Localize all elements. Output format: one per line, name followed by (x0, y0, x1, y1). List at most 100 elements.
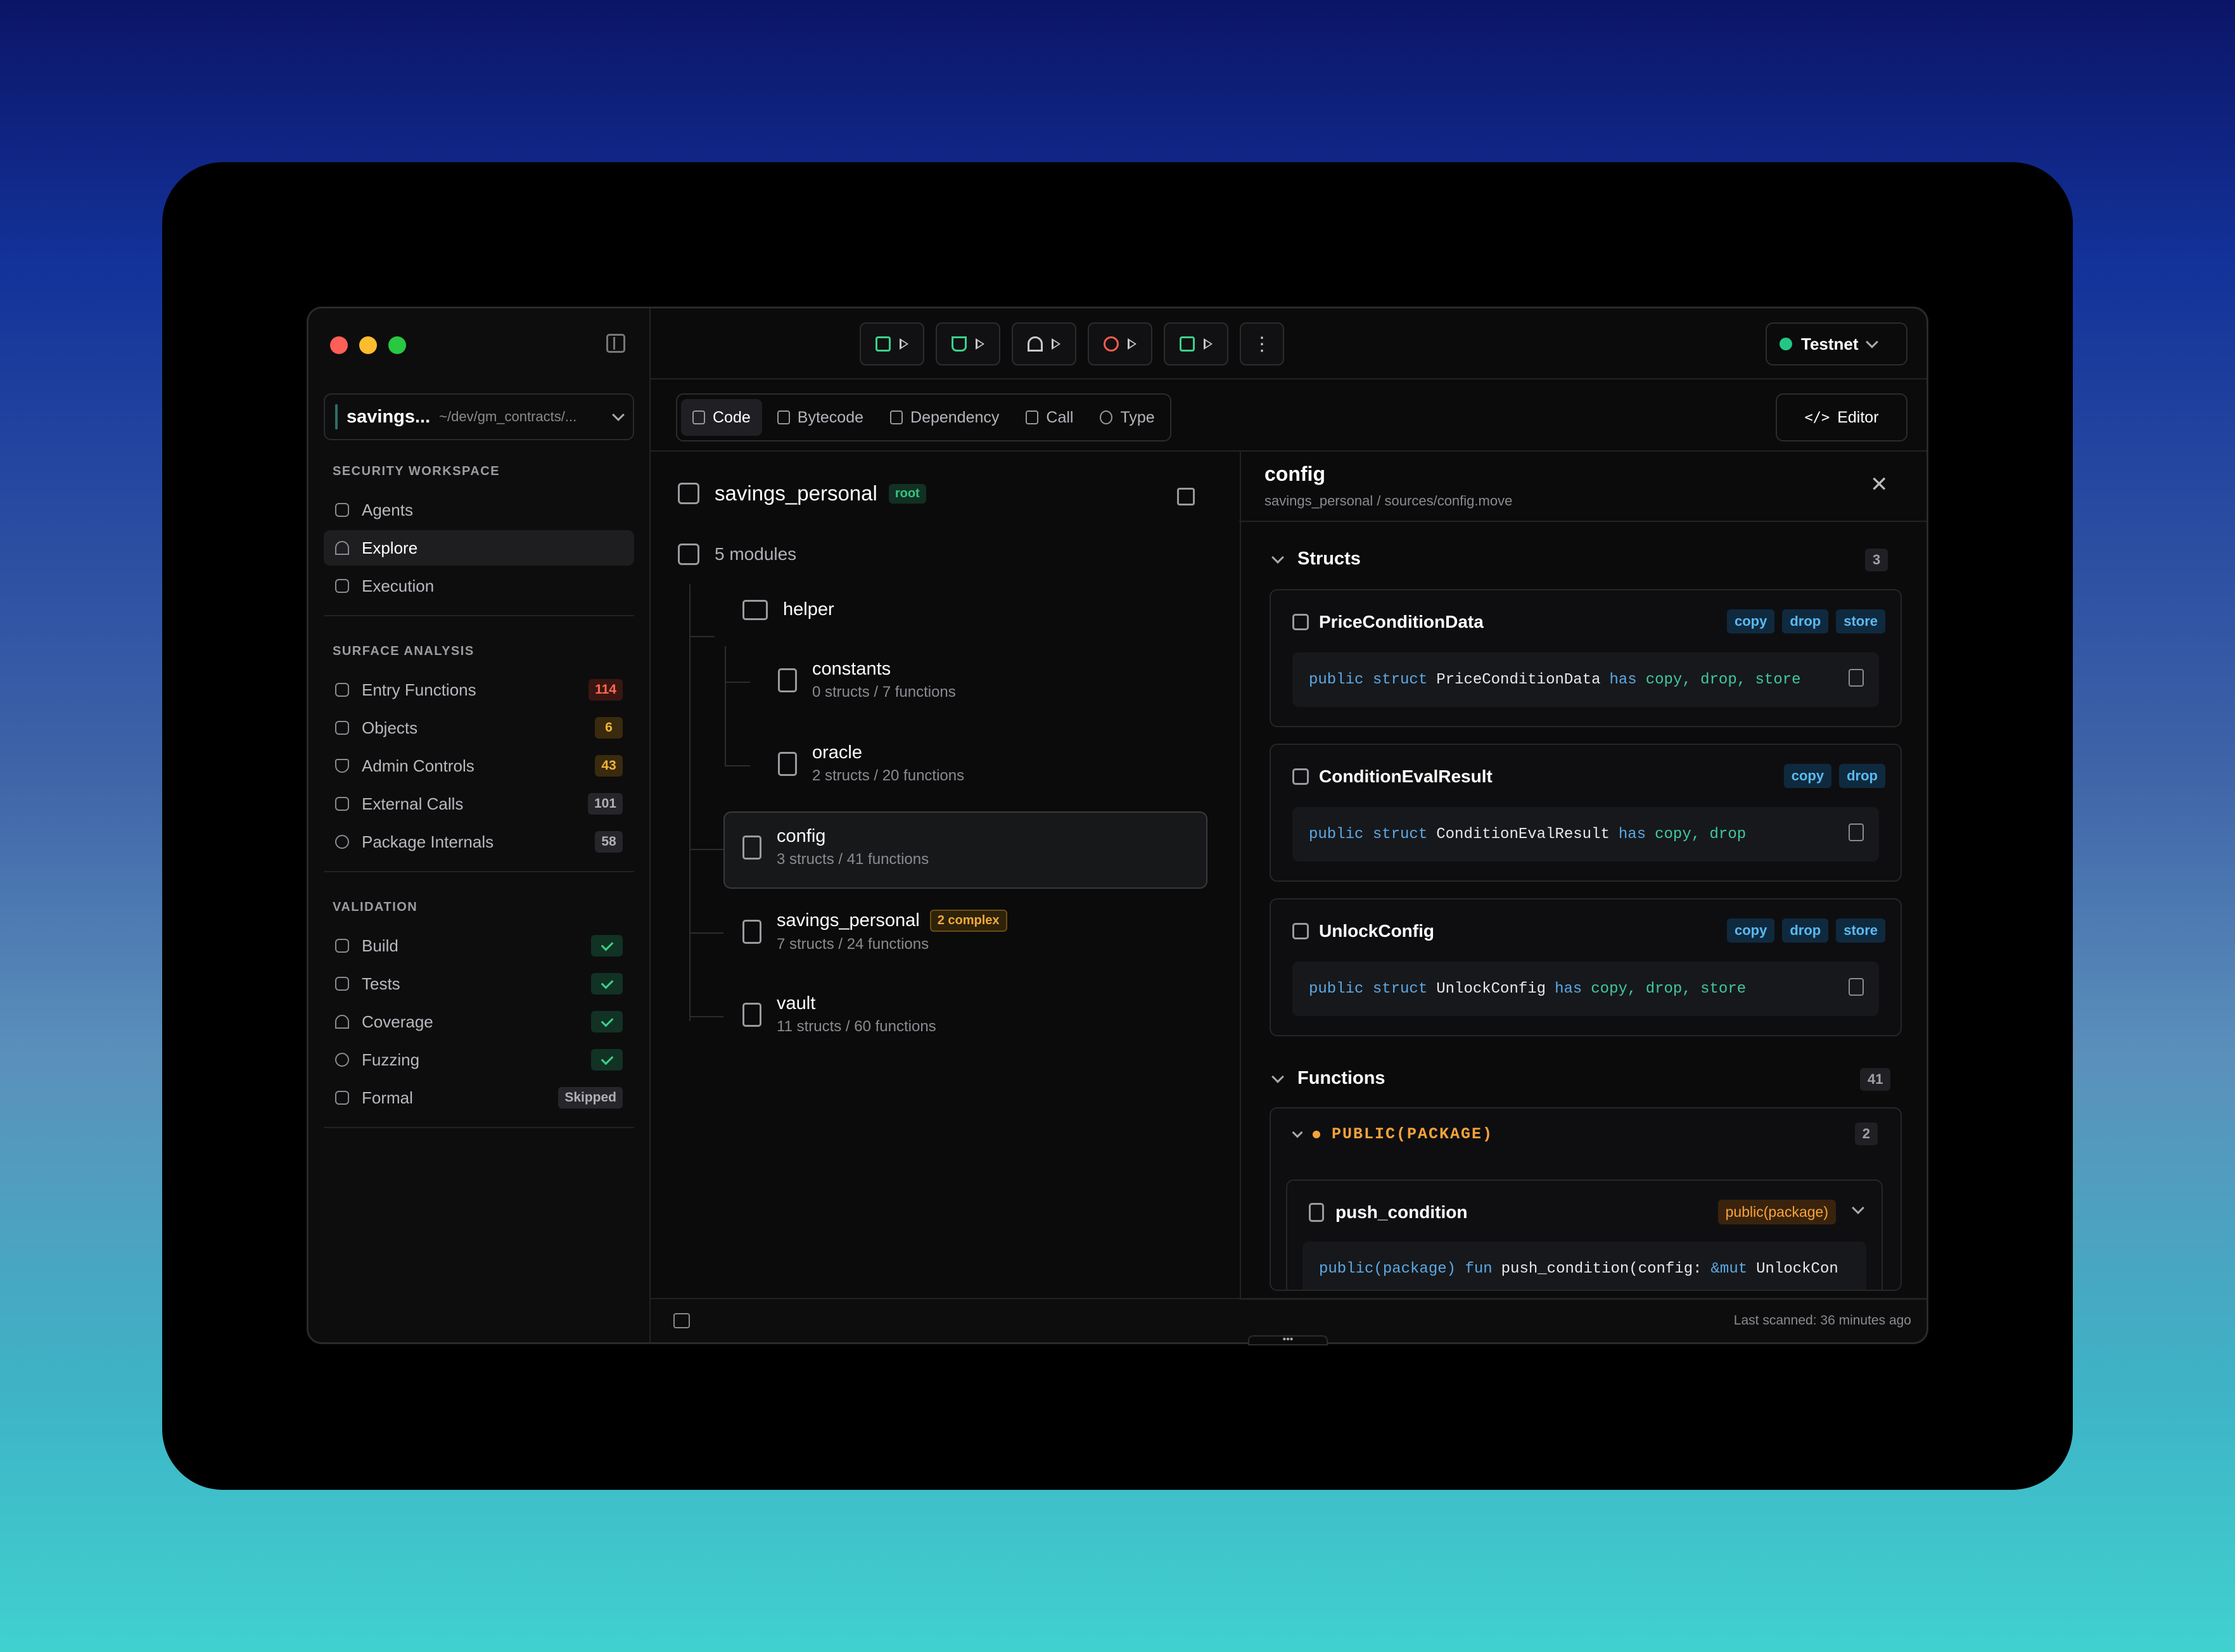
tree-line (725, 646, 726, 766)
sidebar-item-entry-functions[interactable]: Entry Functions 114 (324, 672, 634, 708)
edit-icon[interactable] (1177, 488, 1195, 505)
ability-tag: drop (1782, 609, 1829, 633)
root-badge: root (888, 483, 926, 504)
editor-label: Editor (1837, 408, 1879, 426)
tab-dependency[interactable]: Dependency (879, 399, 1010, 436)
folder-icon (742, 599, 768, 620)
module-name: savings_personal (777, 910, 920, 931)
tree-line (725, 765, 750, 766)
tree-line (689, 1016, 723, 1017)
tab-type[interactable]: Type (1088, 399, 1166, 436)
maximize-window-button[interactable] (388, 336, 406, 354)
functions-section-header[interactable]: Functions (1271, 1068, 1385, 1089)
sidebar-item-coverage[interactable]: Coverage (324, 1004, 634, 1039)
section-label: Structs (1297, 549, 1361, 569)
more-menu-icon[interactable]: ⋮ (1240, 322, 1284, 365)
package-name: savings_personal (715, 481, 877, 505)
fuzz-run-button[interactable] (1088, 322, 1152, 365)
code-file-icon (742, 1002, 761, 1027)
sidebar-item-external-calls[interactable]: External Calls 101 (324, 786, 634, 822)
code-abilities: copy, drop, store (1591, 980, 1747, 998)
sidebar-item-package-internals[interactable]: Package Internals 58 (324, 824, 634, 860)
link-icon (335, 835, 349, 849)
window-controls (330, 336, 406, 354)
sidebar-toggle-icon[interactable] (606, 334, 625, 353)
tab-label: Type (1120, 408, 1155, 426)
complexity-badge: 2 complex (929, 910, 1007, 932)
view-tabs: Code Bytecode Dependency Call Type (676, 393, 1171, 442)
function-group-header[interactable]: PUBLIC(PACKAGE) (1292, 1125, 1493, 1143)
group-count: 2 (1854, 1122, 1878, 1145)
struct-name: ConditionEvalResult (1319, 766, 1493, 786)
code-keyword: public struct (1309, 825, 1428, 843)
code-snippet: public struct PriceConditionData has copy, … (1292, 652, 1879, 707)
module-oracle[interactable]: oracle 2 structs / 20 functions (778, 742, 964, 785)
terminal-icon[interactable] (673, 1313, 690, 1328)
module-config[interactable]: config 3 structs / 41 functions (742, 826, 929, 868)
toolbar: ⋮ Testnet (651, 308, 1926, 379)
cubes-icon (335, 721, 349, 735)
network-selector[interactable]: Testnet (1766, 322, 1907, 365)
module-meta: 11 structs / 60 functions (777, 1018, 936, 1035)
count-badge: 58 (595, 831, 623, 853)
code-keyword: has (1555, 980, 1582, 998)
formal-run-button[interactable] (1164, 322, 1228, 365)
folder-name: helper (783, 599, 834, 620)
sidebar-item-admin-controls[interactable]: Admin Controls 43 (324, 748, 634, 784)
module-vault[interactable]: vault 11 structs / 60 functions (742, 993, 936, 1036)
tree-line (689, 932, 723, 934)
bug-icon (1104, 336, 1119, 352)
minimize-window-button[interactable] (359, 336, 377, 354)
tab-call[interactable]: Call (1014, 399, 1085, 436)
close-window-button[interactable] (330, 336, 348, 354)
copy-icon[interactable] (1849, 823, 1864, 841)
sidebar: savings... ~/dev/gm_contracts/... SECURI… (309, 308, 651, 1342)
module-meta: 0 structs / 7 functions (812, 683, 956, 701)
build-run-button[interactable] (860, 322, 924, 365)
close-icon[interactable]: ✕ (1870, 474, 1888, 495)
tree-line (725, 682, 750, 683)
sidebar-item-build[interactable]: Build (324, 928, 634, 963)
structs-section-header[interactable]: Structs (1271, 549, 1361, 569)
copy-icon[interactable] (1849, 669, 1864, 687)
tab-bytecode[interactable]: Bytecode (766, 399, 875, 436)
hammer-icon (876, 336, 891, 352)
code-type: PriceConditionData (1436, 671, 1601, 689)
module-savings-personal[interactable]: savings_personal 2 complex 7 structs / 24 … (742, 910, 1007, 953)
count-badge: 101 (587, 793, 623, 815)
copy-icon[interactable] (1849, 978, 1864, 996)
sidebar-item-objects[interactable]: Objects 6 (324, 710, 634, 746)
tab-code[interactable]: Code (681, 399, 762, 436)
coverage-run-button[interactable] (1012, 322, 1076, 365)
package-icon (678, 483, 699, 504)
sidebar-item-explore[interactable]: Explore (324, 530, 634, 566)
sidebar-item-execution[interactable]: Execution (324, 568, 634, 604)
sidebar-item-tests[interactable]: Tests (324, 966, 634, 1001)
code-keyword: public(package) fun (1319, 1260, 1493, 1278)
module-constants[interactable]: constants 0 structs / 7 functions (778, 659, 956, 701)
resize-handle-icon[interactable]: ••• (1248, 1335, 1328, 1345)
module-info: vault 11 structs / 60 functions (777, 993, 936, 1036)
count-badge: 43 (595, 755, 623, 777)
sidebar-item-formal[interactable]: Formal Skipped (324, 1080, 634, 1115)
module-info: config 3 structs / 41 functions (777, 826, 929, 868)
sidebar-item-agents[interactable]: Agents (324, 492, 634, 528)
tab-label: Bytecode (797, 408, 864, 426)
struct-card: PriceConditionData copy drop store public … (1270, 589, 1902, 727)
project-accent (335, 404, 338, 429)
function-group: PUBLIC(PACKAGE) 2 push_condition public(… (1270, 1107, 1902, 1291)
ability-tags: copy drop store (1726, 609, 1885, 633)
sidebar-item-fuzzing[interactable]: Fuzzing (324, 1042, 634, 1077)
section-label: Functions (1297, 1068, 1385, 1088)
folder-helper[interactable]: helper (742, 599, 834, 620)
struct-title: ConditionEvalResult (1292, 766, 1493, 787)
chevron-down-icon[interactable] (1852, 1202, 1864, 1214)
tab-label: Call (1046, 408, 1074, 426)
test-run-button[interactable] (936, 322, 1000, 365)
ability-tag: drop (1839, 764, 1885, 788)
editor-button[interactable]: </> Editor (1776, 393, 1907, 442)
check-icon (591, 973, 623, 994)
network-icon (890, 410, 903, 424)
project-selector[interactable]: savings... ~/dev/gm_contracts/... (324, 393, 634, 440)
function-code: public(package) fun push_condition(config… (1302, 1242, 1866, 1290)
